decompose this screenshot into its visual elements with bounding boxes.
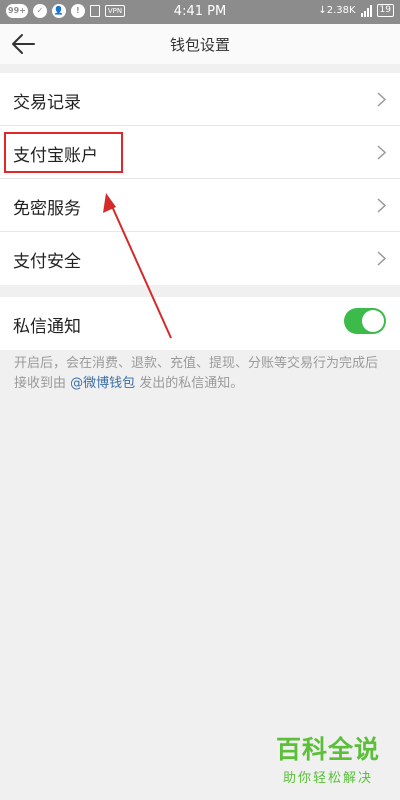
watermark-logo: 百科全说 助你轻松解决 [268, 735, 388, 791]
status-bar: 99+ ✓ 👤 ! VPN 4:41 PM ↓2.38K 19 [0, 0, 400, 24]
toggle-knob [362, 310, 384, 332]
menu-item-label: 支付安全 [13, 252, 81, 272]
watermark-subtitle: 助你轻松解决 [282, 771, 373, 786]
chevron-right-icon [377, 145, 386, 160]
toggle-label: 私信通知 [13, 317, 81, 337]
menu-item-transactions[interactable]: 交易记录 [0, 73, 400, 126]
chevron-right-icon [377, 92, 386, 107]
status-icons-right: ↓2.38K 19 [318, 4, 394, 17]
net-speed: ↓2.38K [318, 5, 356, 16]
desc-text-suffix: 发出的私信通知。 [135, 376, 244, 391]
notification-description: 开启后，会在消费、退款、充值、提现、分账等交易行为完成后接收到由 @微博钱包 发… [14, 354, 390, 394]
menu-item-payment-security[interactable]: 支付安全 [0, 232, 400, 285]
menu-list: 交易记录 支付宝账户 免密服务 支付安全 [0, 73, 400, 285]
wallet-link[interactable]: @微博钱包 [70, 376, 135, 391]
menu-item-label: 免密服务 [13, 199, 81, 219]
menu-item-label: 交易记录 [13, 93, 81, 113]
chevron-right-icon [377, 198, 386, 213]
page-title: 钱包设置 [169, 36, 230, 54]
watermark-title: 百科全说 [275, 735, 380, 764]
chevron-right-icon [377, 251, 386, 266]
signal-icon [360, 4, 372, 17]
highlight-box [4, 132, 123, 173]
battery-icon: 19 [376, 4, 394, 17]
notification-toggle-row: 私信通知 [0, 297, 400, 350]
header: 钱包设置 [0, 24, 400, 64]
notification-toggle[interactable] [344, 308, 386, 334]
menu-item-password-free[interactable]: 免密服务 [0, 179, 400, 232]
